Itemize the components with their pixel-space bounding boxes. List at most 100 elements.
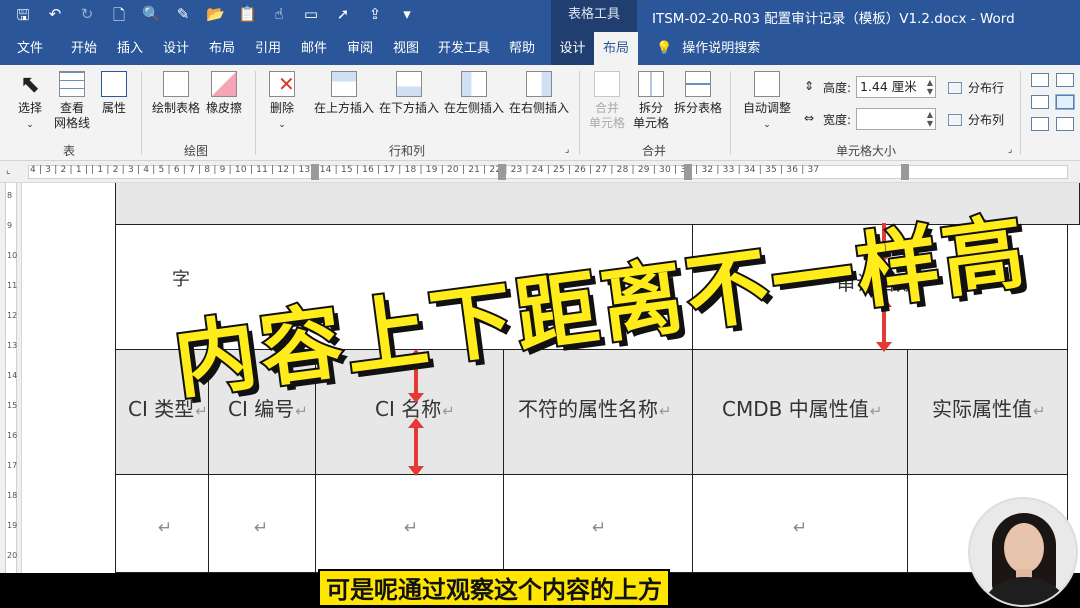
column-marker[interactable] bbox=[901, 164, 909, 180]
autofit-button[interactable]: 自动调整 ⌄ bbox=[738, 71, 796, 133]
align-center-icon[interactable] bbox=[1055, 94, 1075, 110]
tab-design[interactable]: 设计 bbox=[156, 32, 196, 65]
width-input[interactable]: ▲ ▼ bbox=[856, 108, 936, 130]
word-window: { "titlebar": { "context_group": "表格工具",… bbox=[0, 0, 1080, 608]
undo-icon[interactable]: ↶ bbox=[46, 5, 64, 30]
table-header-cell[interactable]: CMDB 中属性值↵ bbox=[693, 350, 908, 475]
vruler-number: 12 bbox=[7, 311, 18, 320]
height-spinner[interactable]: ▲ ▼ bbox=[927, 78, 933, 96]
tab-home[interactable]: 开始 bbox=[60, 32, 108, 65]
lightbulb-icon: 💡 bbox=[656, 41, 673, 56]
title-bar: 🖫 ↶ ↻ 🗋 🔍 ✎ 📂 📋 ☝ ▭ ➚ ⇪ ▾ 表格工具 ITSM-02-2… bbox=[0, 0, 1080, 32]
header-mismatched-attribute: 不符的属性名称↵ bbox=[518, 393, 672, 422]
table-cell[interactable]: ↵ bbox=[209, 475, 316, 573]
vruler-number: 13 bbox=[7, 341, 18, 350]
open-icon[interactable]: 📂 bbox=[206, 5, 225, 30]
distribute-rows-button[interactable]: 分布行 bbox=[948, 79, 1004, 96]
send-icon[interactable]: ➚ bbox=[334, 5, 352, 30]
tab-table-layout[interactable]: 布局 bbox=[594, 32, 638, 65]
tab-layout[interactable]: 布局 bbox=[202, 32, 242, 65]
insert-left-label: 在左侧插入 bbox=[443, 101, 504, 115]
group-label-rows-columns: 行和列 bbox=[389, 144, 426, 158]
autofit-icon bbox=[754, 71, 780, 97]
paragraph-mark: ↵ bbox=[295, 402, 308, 420]
merge-cells-button[interactable]: 合并 单元格 bbox=[586, 71, 628, 131]
screen-icon[interactable]: ▭ bbox=[302, 5, 320, 30]
row-height-icon: ⇕ bbox=[804, 79, 815, 93]
width-spinner[interactable]: ▲ ▼ bbox=[927, 110, 933, 128]
table-cell[interactable]: ↵ bbox=[116, 475, 209, 573]
eraser-button[interactable]: 橡皮擦 bbox=[203, 71, 245, 116]
tab-view[interactable]: 视图 bbox=[386, 32, 426, 65]
insert-above-button[interactable]: 在上方插入 bbox=[312, 71, 376, 116]
customize-icon[interactable]: ▾ bbox=[398, 5, 416, 30]
column-width-icon: ⇔ bbox=[804, 111, 815, 125]
split-cells-icon bbox=[638, 71, 664, 97]
vruler-number: 10 bbox=[7, 251, 18, 260]
split-table-button[interactable]: 拆分表格 bbox=[672, 71, 724, 116]
gridlines-label-1: 查看 bbox=[59, 101, 84, 115]
insert-below-button[interactable]: 在下方插入 bbox=[377, 71, 441, 116]
distribute-columns-button[interactable]: 分布列 bbox=[948, 111, 1004, 128]
column-marker[interactable] bbox=[684, 164, 692, 180]
redo-icon[interactable]: ↻ bbox=[78, 5, 96, 30]
dialog-launcher-icon[interactable]: ⌟ bbox=[1008, 145, 1012, 155]
delete-button[interactable]: ✕ 删除 ⌄ bbox=[264, 71, 300, 133]
align-center-left-icon[interactable] bbox=[1031, 95, 1049, 109]
tab-selector-icon[interactable]: ⌞ bbox=[6, 165, 11, 176]
tab-insert[interactable]: 插入 bbox=[110, 32, 150, 65]
table-header-cell[interactable]: 实际属性值↵ bbox=[908, 350, 1068, 475]
table-cell[interactable]: ↵ bbox=[504, 475, 693, 573]
vruler-number: 18 bbox=[7, 491, 18, 500]
view-gridlines-button[interactable]: 查看 网格线 bbox=[50, 71, 94, 131]
vertical-ruler[interactable]: 8 9 10 11 12 13 14 15 16 17 18 19 20 bbox=[0, 183, 22, 573]
tab-file[interactable]: 文件 bbox=[8, 32, 52, 65]
table-cell[interactable]: ↵ bbox=[693, 475, 908, 573]
table-cell[interactable]: ↵ bbox=[316, 475, 504, 573]
properties-label: 属性 bbox=[101, 101, 126, 115]
tab-references[interactable]: 引用 bbox=[248, 32, 288, 65]
save-icon[interactable]: 🖫 bbox=[14, 5, 32, 30]
vruler-number: 19 bbox=[7, 521, 18, 530]
paragraph-mark: ↵ bbox=[793, 518, 808, 538]
properties-button[interactable]: 属性 bbox=[96, 71, 132, 116]
tab-mailings[interactable]: 邮件 bbox=[294, 32, 334, 65]
column-marker[interactable] bbox=[498, 164, 506, 180]
column-marker[interactable] bbox=[311, 164, 319, 180]
export-icon[interactable]: ⇪ bbox=[366, 5, 384, 30]
autofit-label: 自动调整 bbox=[742, 101, 791, 115]
paste-icon[interactable]: 📋 bbox=[238, 5, 257, 30]
gridlines-label-2: 网格线 bbox=[53, 116, 90, 130]
ribbon-tabs: 文件 开始 插入 设计 布局 引用 邮件 审阅 视图 开发工具 帮助 设计 布局… bbox=[0, 32, 1080, 65]
select-button[interactable]: ⬉ 选择 ⌄ bbox=[10, 71, 50, 133]
touch-mode-icon[interactable]: ☝ bbox=[270, 5, 288, 30]
height-input[interactable]: 1.44 厘米 ▲ ▼ bbox=[856, 76, 936, 98]
tell-me-search[interactable]: 💡 操作说明搜索 bbox=[656, 32, 760, 65]
tab-review[interactable]: 审阅 bbox=[340, 32, 380, 65]
split-cells-button[interactable]: 拆分 单元格 bbox=[630, 71, 672, 131]
group-separator bbox=[1020, 71, 1021, 155]
new-doc-icon[interactable]: 🗋 bbox=[110, 5, 128, 30]
draw-table-button[interactable]: 绘制表格 bbox=[150, 71, 202, 116]
tab-table-design[interactable]: 设计 bbox=[551, 32, 594, 65]
tab-help[interactable]: 帮助 bbox=[502, 32, 542, 65]
align-top-left-icon[interactable] bbox=[1031, 73, 1049, 87]
format-painter-icon[interactable]: ✎ bbox=[174, 5, 192, 30]
insert-above-label: 在上方插入 bbox=[313, 101, 374, 115]
tab-developer[interactable]: 开发工具 bbox=[432, 32, 496, 65]
insert-left-button[interactable]: 在左侧插入 bbox=[442, 71, 506, 116]
align-bottom-center-icon[interactable] bbox=[1056, 117, 1074, 131]
align-bottom-left-icon[interactable] bbox=[1031, 117, 1049, 131]
dialog-launcher-icon[interactable]: ⌟ bbox=[565, 145, 569, 155]
paragraph-mark: ↵ bbox=[404, 518, 419, 538]
distribute-columns-icon bbox=[948, 114, 962, 126]
header-label: 实际属性值 bbox=[932, 397, 1032, 421]
insert-right-button[interactable]: 在右侧插入 bbox=[507, 71, 571, 116]
width-label: 宽度: bbox=[823, 113, 852, 127]
dropdown-caret-icon: ⌄ bbox=[763, 120, 771, 130]
align-top-center-icon[interactable] bbox=[1056, 73, 1074, 87]
horizontal-ruler[interactable]: ⌞ 4 | 3 | 2 | 1 | | 1 | 2 | 3 | 4 | 5 | … bbox=[0, 161, 1080, 183]
insert-right-icon bbox=[526, 71, 552, 97]
print-preview-icon[interactable]: 🔍 bbox=[142, 5, 161, 30]
table-header-cell[interactable]: 不符的属性名称↵ bbox=[504, 350, 693, 475]
